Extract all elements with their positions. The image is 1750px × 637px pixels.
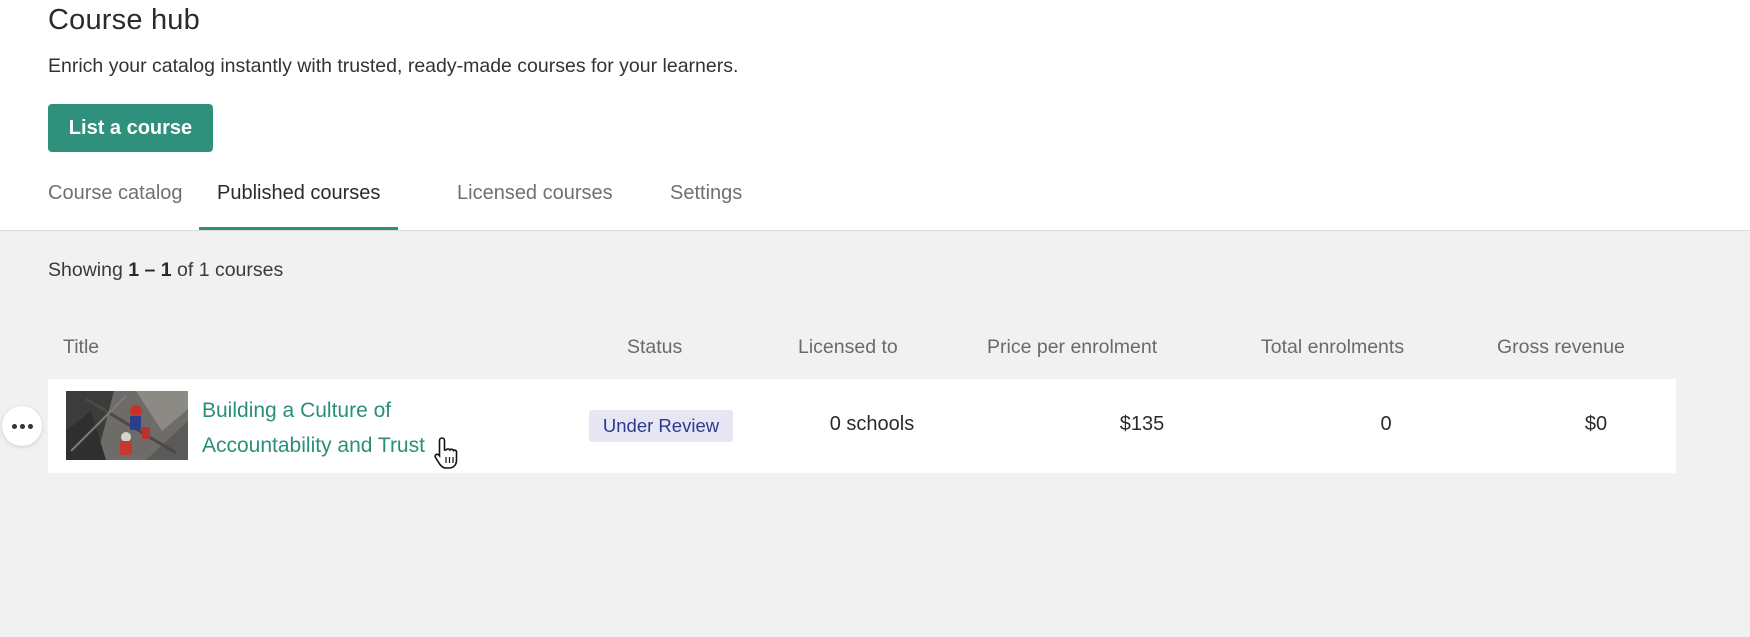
column-header-licensed-to: Licensed to	[798, 336, 898, 358]
status-badge: Under Review	[589, 410, 733, 442]
list-course-button[interactable]: List a course	[48, 104, 213, 152]
page-title: Course hub	[48, 4, 200, 36]
tab-licensed-courses[interactable]: Licensed courses	[457, 178, 613, 230]
row-more-options-icon[interactable]	[2, 406, 42, 446]
total-enrolments-cell: 0	[1380, 413, 1392, 435]
table-row[interactable]: Building a Culture of Accountability and…	[48, 379, 1676, 473]
tab-course-catalog[interactable]: Course catalog	[48, 178, 183, 230]
hand-pointer-icon	[434, 437, 458, 469]
tab-published-courses[interactable]: Published courses	[199, 178, 399, 230]
licensed-to-cell: 0 schools	[829, 413, 915, 435]
column-header-gross-revenue: Gross revenue	[1497, 336, 1625, 358]
page-header: Course hub Enrich your catalog instantly…	[0, 0, 1750, 231]
column-header-total-enrolments: Total enrolments	[1261, 336, 1405, 358]
tab-settings[interactable]: Settings	[670, 178, 742, 230]
gross-revenue-cell: $0	[1584, 413, 1608, 435]
course-thumbnail[interactable]	[66, 391, 188, 460]
results-count: Showing 1 – 1 of 1 courses	[48, 259, 284, 281]
column-header-title: Title	[63, 336, 100, 358]
column-header-status: Status	[627, 336, 683, 358]
price-cell: $135	[1119, 413, 1165, 435]
column-header-price-per-enrolment: Price per enrolment	[987, 336, 1158, 358]
page-subtitle: Enrich your catalog instantly with trust…	[48, 55, 739, 77]
climbing-photo-icon	[66, 391, 188, 460]
